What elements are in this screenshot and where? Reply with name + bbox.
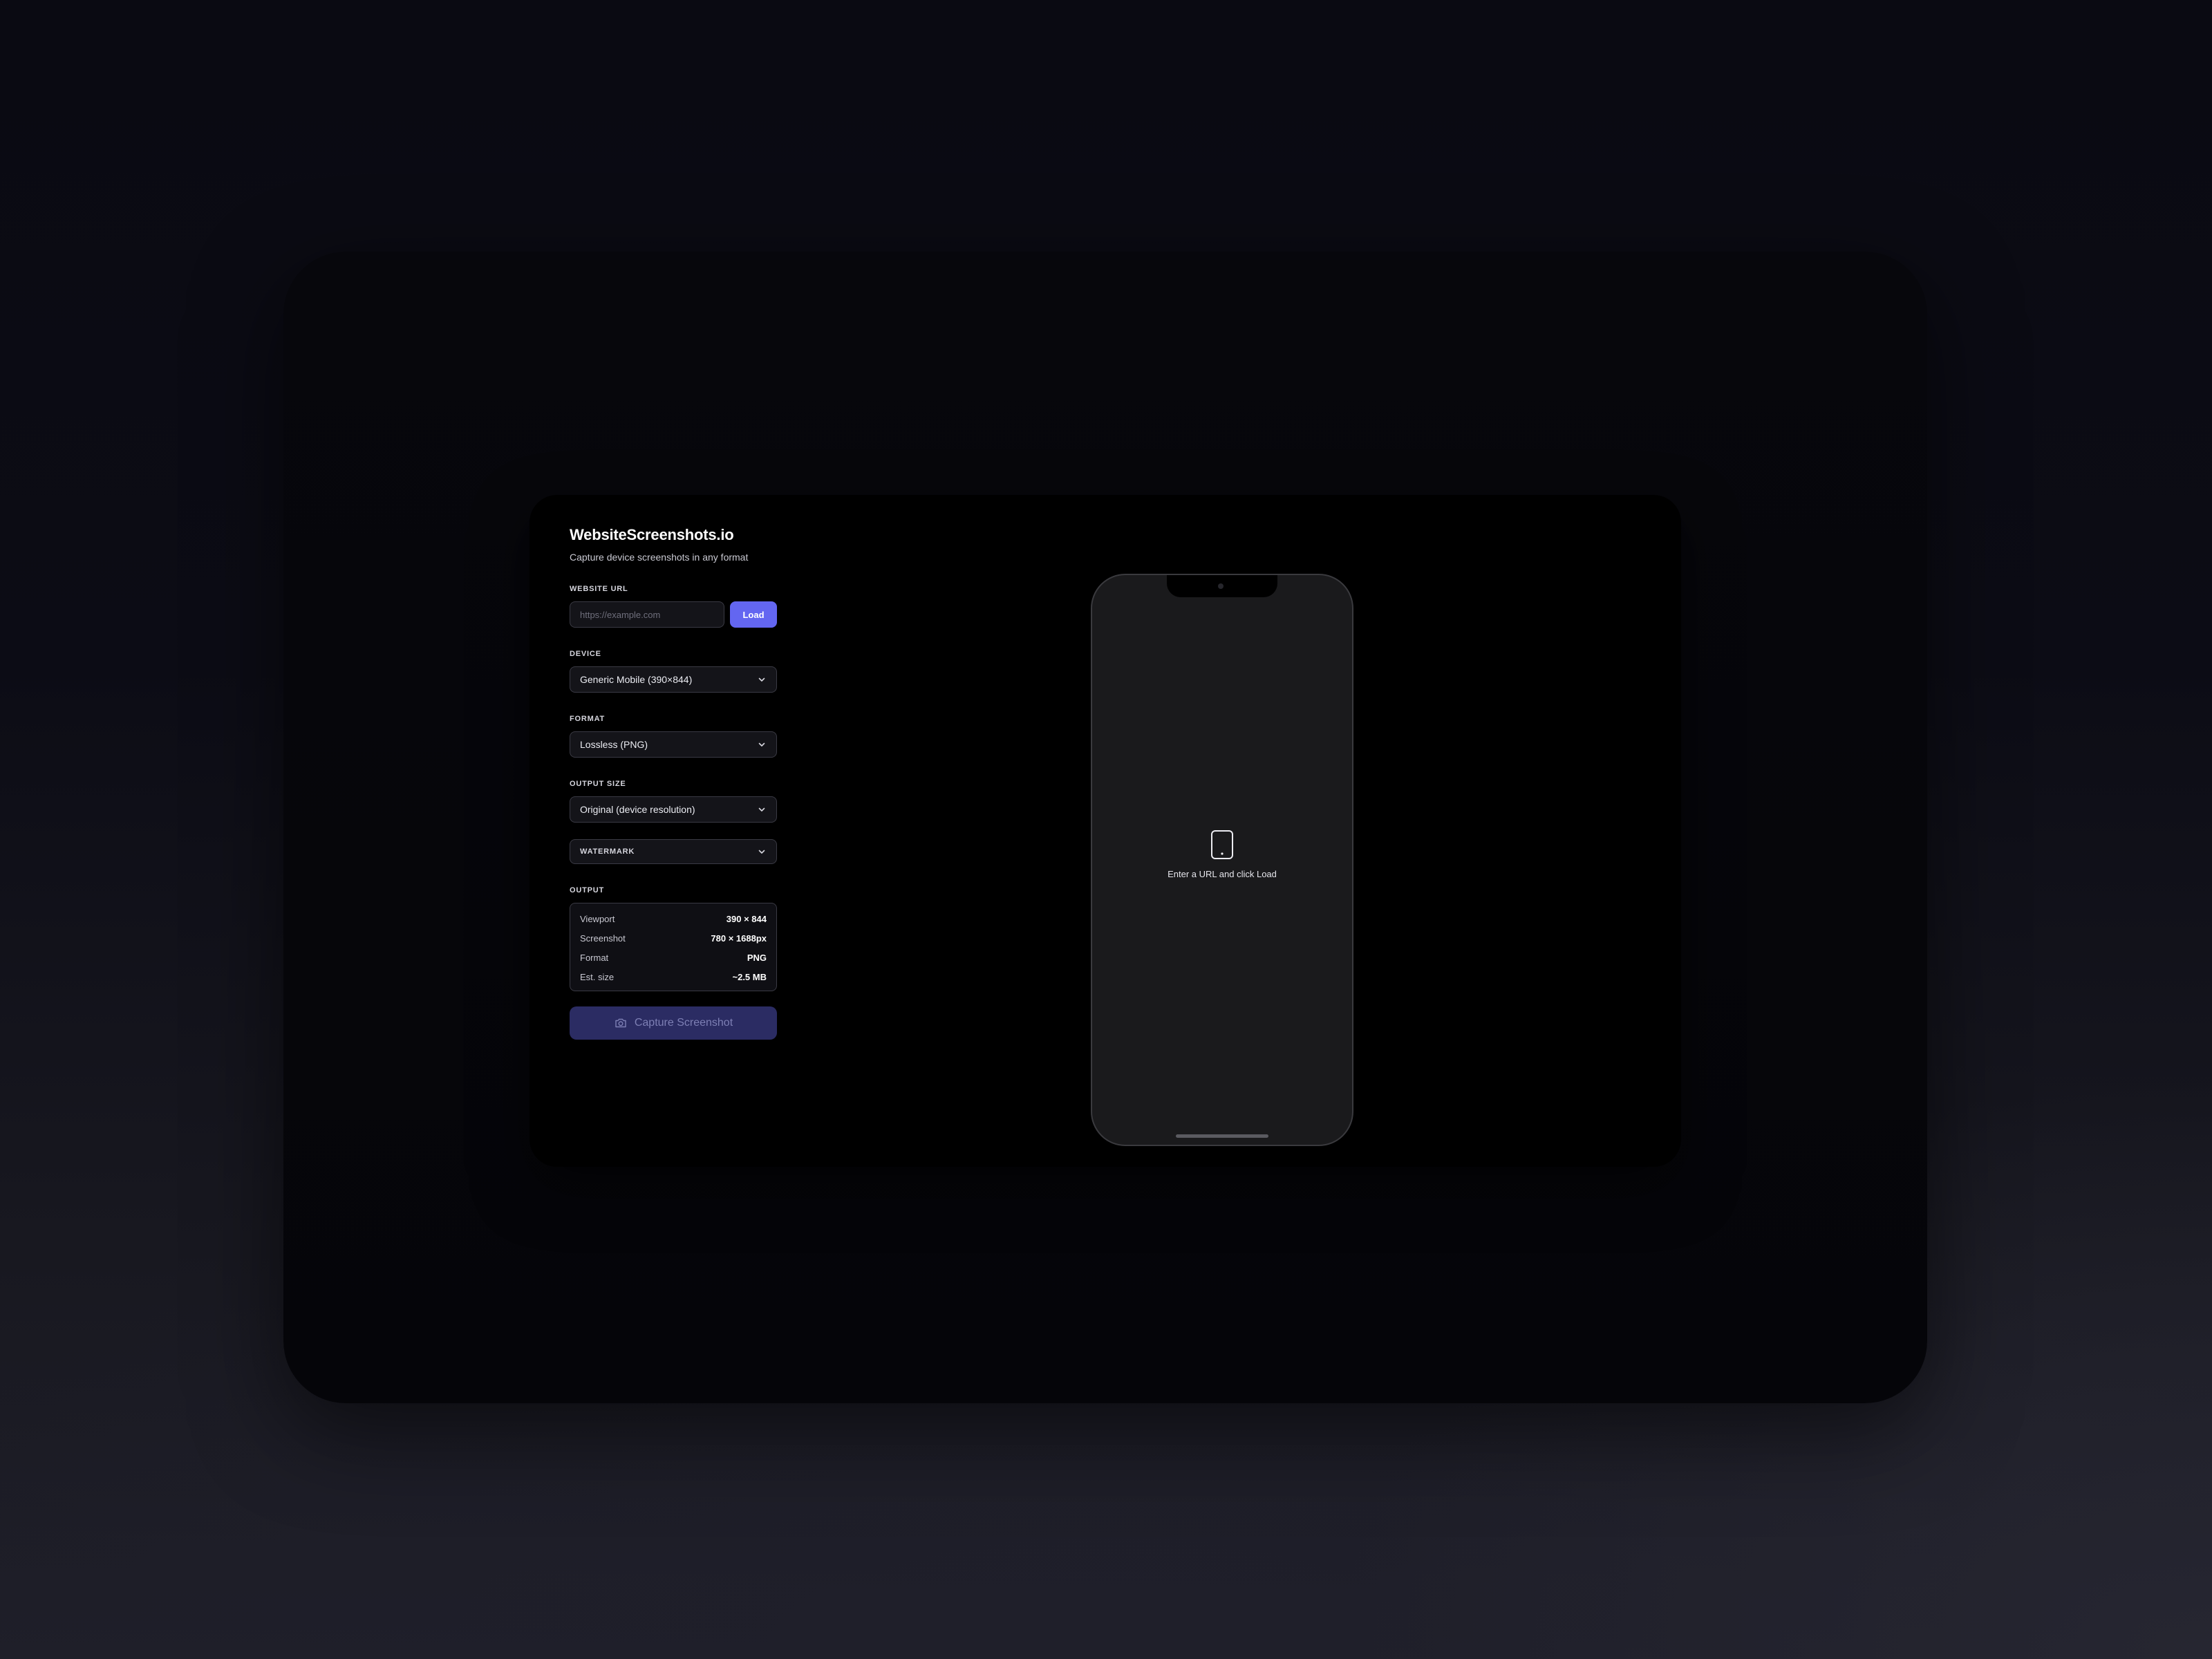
output-row-format: Format PNG xyxy=(580,948,767,967)
chevron-down-icon xyxy=(757,847,767,856)
output-value: 390 × 844 xyxy=(726,913,767,924)
empty-state: Enter a URL and click Load xyxy=(1092,830,1352,879)
load-button[interactable]: Load xyxy=(730,601,777,628)
device-label: DEVICE xyxy=(570,650,601,658)
output-row-viewport: Viewport 390 × 844 xyxy=(580,909,767,928)
format-select-value: Lossless (PNG) xyxy=(580,739,648,750)
output-row-screenshot: Screenshot 780 × 1688px xyxy=(580,928,767,948)
chevron-down-icon xyxy=(757,805,767,814)
website-url-input[interactable] xyxy=(570,601,724,628)
format-select[interactable]: Lossless (PNG) xyxy=(570,731,777,758)
website-url-label: WEBSITE URL xyxy=(570,585,628,593)
settings-sidebar: WebsiteScreenshots.io Capture device scr… xyxy=(570,516,777,1040)
output-label: OUTPUT xyxy=(570,886,605,894)
output-key: Viewport xyxy=(580,913,615,924)
watermark-toggle[interactable]: WATERMARK xyxy=(570,839,777,864)
app-subtitle: Capture device screenshots in any format xyxy=(570,552,749,563)
output-key: Format xyxy=(580,952,609,963)
output-value: PNG xyxy=(747,952,767,963)
phone-notch xyxy=(1167,575,1277,597)
capture-button-label: Capture Screenshot xyxy=(634,1017,733,1029)
chevron-down-icon xyxy=(757,740,767,749)
output-size-label: OUTPUT SIZE xyxy=(570,780,626,788)
home-indicator xyxy=(1176,1134,1268,1138)
camera-icon xyxy=(614,1016,628,1030)
empty-state-message: Enter a URL and click Load xyxy=(1168,869,1277,879)
capture-screenshot-button[interactable]: Capture Screenshot xyxy=(570,1006,777,1040)
output-value: 780 × 1688px xyxy=(711,932,767,944)
mobile-device-icon xyxy=(1210,830,1234,860)
device-select[interactable]: Generic Mobile (390×844) xyxy=(570,666,777,693)
device-select-value: Generic Mobile (390×844) xyxy=(580,674,693,685)
app-title: WebsiteScreenshots.io xyxy=(570,526,734,543)
phone-preview: Enter a URL and click Load xyxy=(1091,574,1353,1146)
output-size-select-value: Original (device resolution) xyxy=(580,804,695,815)
app-window: WebsiteScreenshots.io Capture device scr… xyxy=(529,495,1681,1167)
output-summary: Viewport 390 × 844 Screenshot 780 × 1688… xyxy=(570,903,777,991)
url-row: Load xyxy=(570,601,777,628)
front-camera xyxy=(1218,583,1224,589)
output-key: Est. size xyxy=(580,971,615,982)
output-row-est-size: Est. size ~2.5 MB xyxy=(580,967,767,986)
output-size-select[interactable]: Original (device resolution) xyxy=(570,796,777,823)
output-value: ~2.5 MB xyxy=(732,971,767,982)
chevron-down-icon xyxy=(757,675,767,684)
watermark-label: WATERMARK xyxy=(580,847,635,856)
format-label: FORMAT xyxy=(570,715,606,723)
output-key: Screenshot xyxy=(580,932,626,944)
